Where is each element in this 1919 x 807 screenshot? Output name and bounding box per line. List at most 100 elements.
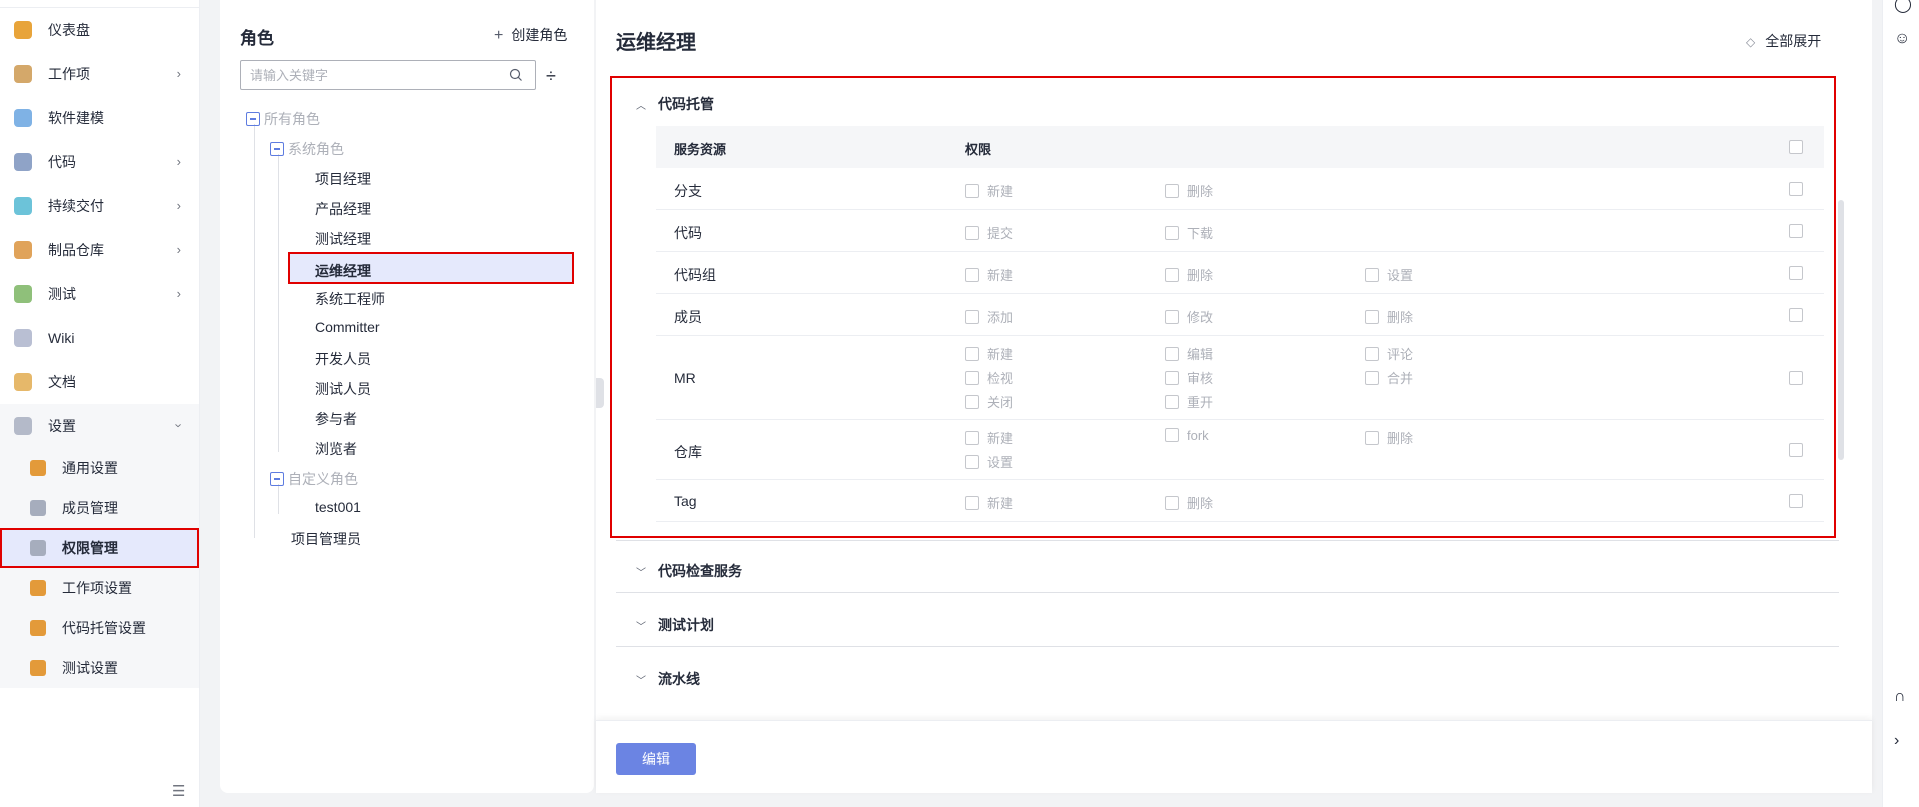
nav-label: 软件建模 — [48, 110, 104, 126]
tree-node-role[interactable]: Committer — [315, 319, 380, 335]
perm-checkbox[interactable]: 检视 — [965, 368, 1013, 387]
tree-node-role-selected[interactable]: 运维经理 — [288, 252, 574, 284]
tree-node-role[interactable]: 开发人员 — [315, 349, 371, 369]
sidebar-top-divider — [0, 0, 199, 8]
collapse-node-icon[interactable] — [246, 112, 260, 126]
perm-checkbox[interactable]: 合并 — [1365, 368, 1413, 387]
tree-node-role[interactable]: test001 — [315, 499, 361, 515]
nav-item-document[interactable]: 文档 — [0, 360, 199, 404]
nav-item-code[interactable]: 代码 › — [0, 140, 199, 184]
row-checkbox[interactable] — [1789, 443, 1803, 457]
section-divider — [616, 592, 1839, 593]
create-role-button[interactable]: + 创建角色 — [494, 25, 567, 45]
perm-checkbox[interactable]: 编辑 — [1165, 344, 1213, 363]
nav-item-workitem[interactable]: 工作项 › — [0, 52, 199, 96]
smiley-icon[interactable]: ☺ — [1894, 30, 1910, 48]
perm-checkbox[interactable]: 删除 — [1365, 307, 1413, 326]
nav-item-dashboard[interactable]: 仪表盘 — [0, 8, 199, 52]
perm-checkbox[interactable]: 评论 — [1365, 344, 1413, 363]
edit-button[interactable]: 编辑 — [616, 743, 696, 775]
tree-node-role[interactable]: 参与者 — [315, 409, 357, 429]
collapse-node-icon[interactable] — [270, 472, 284, 486]
tree-node-custom-roles[interactable]: 自定义角色 — [270, 469, 358, 489]
nav-item-settings[interactable]: 设置 › — [0, 404, 199, 448]
headset-icon[interactable]: ∩ — [1894, 688, 1906, 706]
perm-checkbox[interactable]: 删除 — [1365, 428, 1413, 447]
row-checkbox[interactable] — [1789, 182, 1803, 196]
tree-node-role[interactable]: 浏览者 — [315, 439, 357, 459]
sub-item-label: 测试设置 — [62, 660, 118, 676]
panel-resize-handle[interactable] — [596, 378, 604, 408]
sub-item-test-settings[interactable]: 测试设置 — [0, 648, 199, 688]
perm-checkbox[interactable]: 下载 — [1165, 223, 1213, 242]
select-all-checkbox[interactable] — [1789, 140, 1803, 154]
perm-checkbox[interactable]: 删除 — [1165, 181, 1213, 200]
tree-node-role[interactable]: 测试经理 — [315, 229, 371, 249]
row-checkbox[interactable] — [1789, 266, 1803, 280]
nav-item-wiki[interactable]: Wiki — [0, 316, 199, 360]
sub-item-permission-manage[interactable]: 权限管理 — [0, 528, 199, 568]
perm-checkbox[interactable]: 新建 — [965, 181, 1013, 200]
tree-node-role[interactable]: 测试人员 — [315, 379, 371, 399]
workitem-icon — [14, 65, 32, 83]
perm-checkbox[interactable]: 设置 — [965, 452, 1013, 471]
nav-label: 工作项 — [48, 66, 90, 82]
perm-checkbox[interactable]: 新建 — [965, 344, 1013, 363]
row-checkbox[interactable] — [1789, 224, 1803, 238]
sub-item-general-settings[interactable]: 通用设置 — [0, 448, 199, 488]
section-test-plan[interactable]: ﹀ 测试计划 — [636, 615, 714, 635]
perm-checkbox[interactable]: 设置 — [1365, 265, 1413, 284]
perm-checkbox[interactable]: 审核 — [1165, 368, 1213, 387]
perm-checkbox[interactable]: 新建 — [965, 428, 1013, 447]
perm-checkbox[interactable]: fork — [1165, 428, 1209, 443]
collapse-tree-icon[interactable]: ÷ — [546, 66, 556, 87]
nav-item-test[interactable]: 测试 › — [0, 272, 199, 316]
perm-checkbox[interactable]: 关闭 — [965, 392, 1013, 411]
section-code-check[interactable]: ﹀ 代码检查服务 — [636, 561, 742, 581]
tree-node-all-roles[interactable]: 所有角色 — [246, 109, 320, 129]
nav-item-modeling[interactable]: 软件建模 — [0, 96, 199, 140]
perm-checkbox[interactable]: 添加 — [965, 307, 1013, 326]
perm-checkbox[interactable]: 删除 — [1165, 493, 1213, 512]
row-checkbox[interactable] — [1789, 494, 1803, 508]
perm-checkbox[interactable]: 修改 — [1165, 307, 1213, 326]
tree-node-project-admin[interactable]: 项目管理员 — [291, 529, 361, 549]
dashboard-icon — [14, 21, 32, 39]
sub-item-member-manage[interactable]: 成员管理 — [0, 488, 199, 528]
section-pipeline[interactable]: ﹀ 流水线 — [636, 669, 700, 689]
scrollbar[interactable] — [1838, 200, 1844, 460]
nav-label: 制品仓库 — [48, 242, 104, 258]
collapse-node-icon[interactable] — [270, 142, 284, 156]
perm-checkbox[interactable]: 重开 — [1165, 392, 1213, 411]
sub-item-workitem-settings[interactable]: 工作项设置 — [0, 568, 199, 608]
row-checkbox[interactable] — [1789, 308, 1803, 322]
test-icon — [14, 285, 32, 303]
perm-checkbox[interactable]: 新建 — [965, 493, 1013, 512]
section-code-hosting[interactable]: ︿ 代码托管 — [636, 94, 714, 114]
table-row: 仓库 新建 fork 删除 设置 — [656, 420, 1824, 480]
tree-node-system-roles[interactable]: 系统角色 — [270, 139, 344, 159]
expand-all-button[interactable]: ◇ 全部展开 — [1746, 31, 1821, 51]
tree-node-role[interactable]: 系统工程师 — [315, 289, 385, 309]
chevron-right-icon[interactable]: › — [1894, 732, 1899, 750]
perm-checkbox[interactable]: 新建 — [965, 265, 1013, 284]
row-checkbox[interactable] — [1789, 371, 1803, 385]
perm-checkbox[interactable]: 删除 — [1165, 265, 1213, 284]
resource-cell: 分支 — [674, 183, 702, 199]
perm-checkbox[interactable]: 提交 — [965, 223, 1013, 242]
col-permission-header: 权限 — [965, 142, 992, 157]
search-icon[interactable] — [509, 68, 523, 82]
sidebar: 仪表盘 工作项 › 软件建模 代码 › 持续交付 › 制品仓库 › 测试 › Wiki 文… — [0, 0, 200, 807]
nav-item-delivery[interactable]: 持续交付 › — [0, 184, 199, 228]
nav-item-artifact[interactable]: 制品仓库 › — [0, 228, 199, 272]
sub-item-code-hosting-settings[interactable]: 代码托管设置 — [0, 608, 199, 648]
help-icon[interactable]: ◯ — [1894, 0, 1912, 14]
collapse-sidebar-icon[interactable]: ☰ — [172, 782, 185, 800]
tree-node-role[interactable]: 项目经理 — [315, 169, 371, 189]
role-search-input[interactable] — [250, 67, 490, 83]
tree-node-role[interactable]: 产品经理 — [315, 199, 371, 219]
footer-bar: 编辑 — [596, 720, 1872, 793]
plus-icon: + — [494, 27, 504, 44]
section-label: 代码检查服务 — [658, 563, 742, 579]
tree-guide-line — [278, 154, 279, 452]
